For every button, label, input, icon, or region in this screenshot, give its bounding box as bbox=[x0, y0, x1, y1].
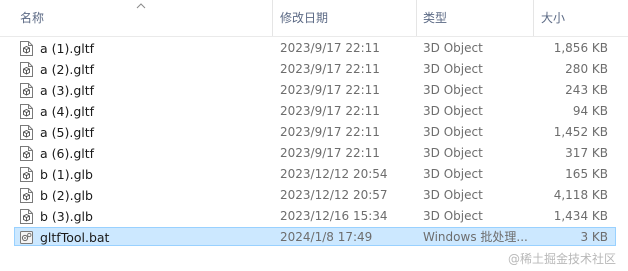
3d-object-icon bbox=[20, 62, 33, 77]
file-date: 2023/12/12 20:57 bbox=[280, 188, 388, 202]
3d-object-icon bbox=[20, 83, 33, 98]
file-size: 1,452 KB bbox=[553, 125, 608, 139]
3d-object-icon bbox=[20, 209, 33, 224]
3d-object-icon bbox=[20, 146, 33, 161]
file-type: 3D Object bbox=[423, 125, 483, 139]
file-name: a (6).gltf bbox=[40, 146, 95, 161]
file-row[interactable]: a (3).gltf 2023/9/17 22:11 3D Object 243… bbox=[0, 80, 628, 101]
file-type: 3D Object bbox=[423, 188, 483, 202]
file-row[interactable]: b (2).glb 2023/12/12 20:57 3D Object 4,1… bbox=[0, 185, 628, 206]
file-date: 2023/12/12 20:54 bbox=[280, 167, 388, 181]
file-type: 3D Object bbox=[423, 167, 483, 181]
column-divider[interactable] bbox=[416, 0, 417, 36]
file-name: a (2).gltf bbox=[40, 62, 95, 77]
file-size: 280 KB bbox=[565, 62, 608, 76]
column-type-header[interactable]: 类型 bbox=[423, 0, 447, 36]
file-row[interactable]: a (1).gltf 2023/9/17 22:11 3D Object 1,8… bbox=[0, 38, 628, 59]
file-date: 2023/9/17 22:11 bbox=[280, 41, 380, 55]
3d-object-icon bbox=[20, 188, 33, 203]
file-date: 2023/9/17 22:11 bbox=[280, 125, 380, 139]
file-list: a (1).gltf 2023/9/17 22:11 3D Object 1,8… bbox=[0, 38, 628, 248]
sort-ascending-icon bbox=[136, 3, 146, 9]
file-name: b (2).glb bbox=[40, 188, 93, 203]
file-size: 1,856 KB bbox=[553, 41, 608, 55]
file-date: 2023/9/17 22:11 bbox=[280, 146, 380, 160]
file-size: 1,434 KB bbox=[553, 209, 608, 223]
file-size: 94 KB bbox=[572, 104, 608, 118]
watermark: @稀土掘金技术社区 bbox=[507, 252, 616, 266]
file-size: 165 KB bbox=[565, 167, 608, 181]
column-date-header[interactable]: 修改日期 bbox=[280, 0, 328, 36]
file-date: 2023/9/17 22:11 bbox=[280, 83, 380, 97]
column-name-header[interactable]: 名称 bbox=[20, 0, 44, 36]
file-type: 3D Object bbox=[423, 41, 483, 55]
file-size: 4,118 KB bbox=[553, 188, 608, 202]
file-date: 2023/12/16 15:34 bbox=[280, 209, 388, 223]
column-divider[interactable] bbox=[272, 0, 273, 36]
batch-file-icon bbox=[20, 230, 33, 245]
file-name: b (3).glb bbox=[40, 209, 93, 224]
file-row[interactable]: a (6).gltf 2023/9/17 22:11 3D Object 317… bbox=[0, 143, 628, 164]
column-divider[interactable] bbox=[533, 0, 534, 36]
file-row[interactable]: a (2).gltf 2023/9/17 22:11 3D Object 280… bbox=[0, 59, 628, 80]
file-name: a (5).gltf bbox=[40, 125, 95, 140]
file-row[interactable]: a (4).gltf 2023/9/17 22:11 3D Object 94 … bbox=[0, 101, 628, 122]
3d-object-icon bbox=[20, 41, 33, 56]
file-size: 317 KB bbox=[565, 146, 608, 160]
3d-object-icon bbox=[20, 104, 33, 119]
file-row[interactable]: b (3).glb 2023/12/16 15:34 3D Object 1,4… bbox=[0, 206, 628, 227]
file-type: 3D Object bbox=[423, 62, 483, 76]
file-name: gltfTool.bat bbox=[40, 230, 110, 245]
column-size-header[interactable]: 大小 bbox=[541, 0, 565, 36]
file-date: 2023/9/17 22:11 bbox=[280, 104, 380, 118]
file-name: a (3).gltf bbox=[40, 83, 95, 98]
file-type: 3D Object bbox=[423, 146, 483, 160]
file-row[interactable]: a (5).gltf 2023/9/17 22:11 3D Object 1,4… bbox=[0, 122, 628, 143]
file-type: 3D Object bbox=[423, 83, 483, 97]
file-row[interactable]: b (1).glb 2023/12/12 20:54 3D Object 165… bbox=[0, 164, 628, 185]
3d-object-icon bbox=[20, 167, 33, 182]
file-name: a (4).gltf bbox=[40, 104, 95, 119]
3d-object-icon bbox=[20, 125, 33, 140]
file-row[interactable]: gltfTool.bat 2024/1/8 17:49 Windows 批处理.… bbox=[0, 227, 628, 248]
file-type: 3D Object bbox=[423, 209, 483, 223]
file-size: 3 KB bbox=[580, 230, 608, 244]
file-name: b (1).glb bbox=[40, 167, 93, 182]
column-header: 名称 修改日期 类型 大小 bbox=[0, 0, 628, 37]
file-explorer-window: 名称 修改日期 类型 大小 a (1).gltf 2023/9/17 22:11… bbox=[0, 0, 628, 271]
file-date: 2023/9/17 22:11 bbox=[280, 62, 380, 76]
file-type: Windows 批处理... bbox=[423, 230, 528, 244]
file-name: a (1).gltf bbox=[40, 41, 95, 56]
file-type: 3D Object bbox=[423, 104, 483, 118]
file-date: 2024/1/8 17:49 bbox=[280, 230, 373, 244]
file-size: 243 KB bbox=[565, 83, 608, 97]
